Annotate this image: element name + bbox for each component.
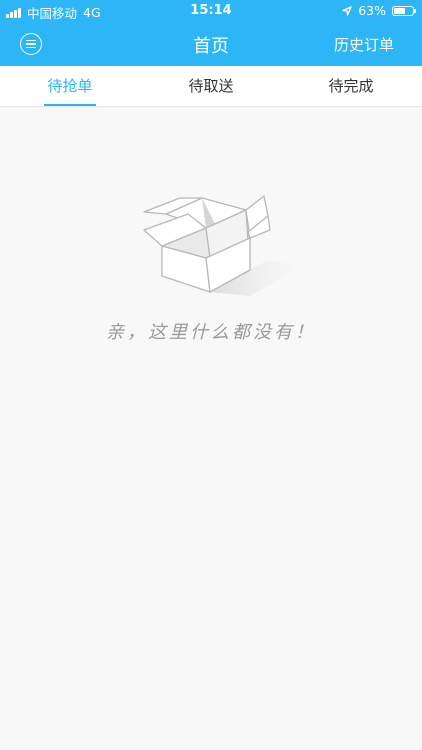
empty-state: 亲，这里什么都没有！ [0,106,422,750]
tab-pending-pickup[interactable]: 待取送 [169,66,253,106]
tab-bar: 待抢单 待取送 待完成 [0,66,422,107]
history-orders-button[interactable]: 历史订单 [334,34,394,55]
battery-percent: 63% [358,3,386,18]
nav-bar: 首页 历史订单 [0,22,422,66]
empty-message: 亲，这里什么都没有！ [106,322,316,343]
tab-pending-grab[interactable]: 待抢单 [28,66,112,106]
location-arrow-icon [342,5,352,16]
tab-label: 待取送 [188,77,234,95]
open-box-icon [143,195,303,296]
status-bar: 中国移动 4G 15:14 63% [0,0,422,22]
tab-label: 待完成 [328,77,374,95]
tab-pending-complete[interactable]: 待完成 [309,66,393,106]
top-header: 中国移动 4G 15:14 63% 首页 历史订单 [0,0,422,66]
tab-label: 待抢单 [47,77,93,95]
battery-icon [392,5,416,16]
status-right: 63% [342,3,416,18]
